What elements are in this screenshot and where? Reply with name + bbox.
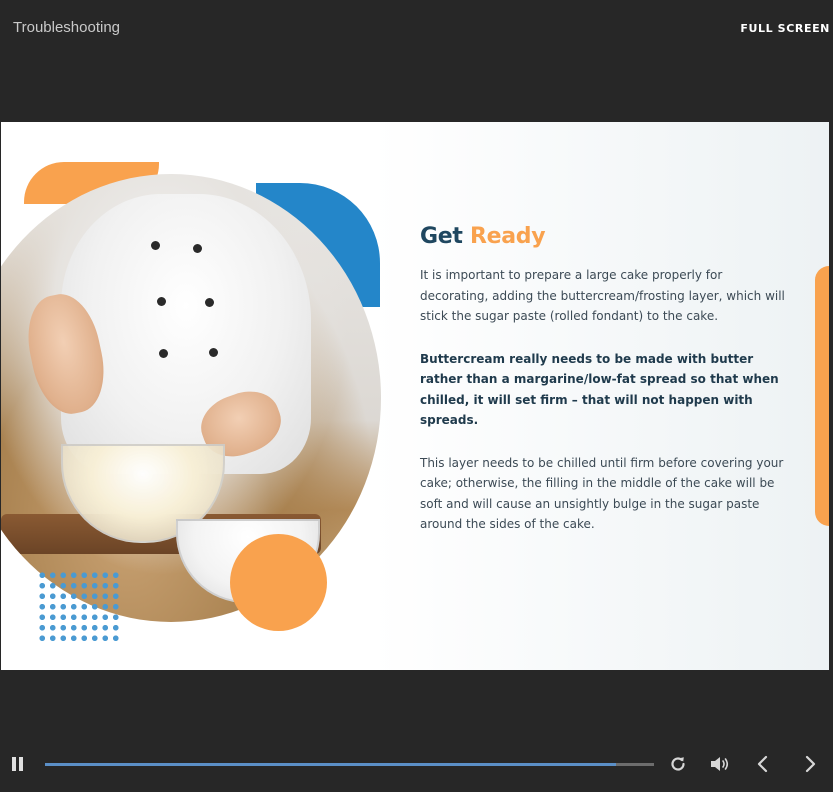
paragraph-intro: It is important to prepare a large cake …: [420, 268, 785, 323]
replay-button[interactable]: [668, 754, 688, 774]
coat-button: [205, 298, 214, 307]
chevron-right-icon: [805, 755, 816, 773]
slide: Get Ready It is important to prepare a l…: [1, 122, 829, 670]
player-controls: [0, 742, 833, 787]
heading-accent-text: Ready: [469, 224, 546, 249]
next-slide-button[interactable]: [803, 754, 817, 774]
previous-slide-button[interactable]: [756, 754, 770, 774]
replay-icon: [671, 757, 685, 771]
volume-button[interactable]: [709, 754, 731, 774]
coat-button: [209, 348, 218, 357]
paragraph-emphasis: Buttercream really needs to be made with…: [420, 351, 779, 428]
heading-text: Get: [420, 224, 470, 249]
top-bar: Troubleshooting FULL SCREEN: [0, 0, 833, 60]
coat-button: [151, 241, 160, 250]
pause-icon: [12, 757, 16, 771]
coat-button: [159, 349, 168, 358]
slide-content: Get Ready It is important to prepare a l…: [420, 224, 788, 535]
orange-circle-decoration: [230, 534, 327, 631]
pause-icon-bar: [19, 757, 23, 771]
paragraph-chilling: This layer needs to be chilled until fir…: [420, 455, 784, 532]
coat-button: [157, 297, 166, 306]
course-title: Troubleshooting: [13, 19, 121, 36]
chevron-left-icon: [757, 755, 768, 773]
progress-bar[interactable]: [45, 763, 654, 766]
slide-heading: Get Ready: [420, 224, 788, 249]
side-tab-decoration: [815, 266, 829, 526]
dot-pattern-decoration: [37, 570, 121, 644]
volume-icon: [711, 757, 729, 771]
full-screen-button[interactable]: FULL SCREEN: [740, 22, 830, 35]
progress-fill: [45, 763, 617, 766]
pause-button[interactable]: [12, 757, 24, 771]
coat-button: [193, 244, 202, 253]
